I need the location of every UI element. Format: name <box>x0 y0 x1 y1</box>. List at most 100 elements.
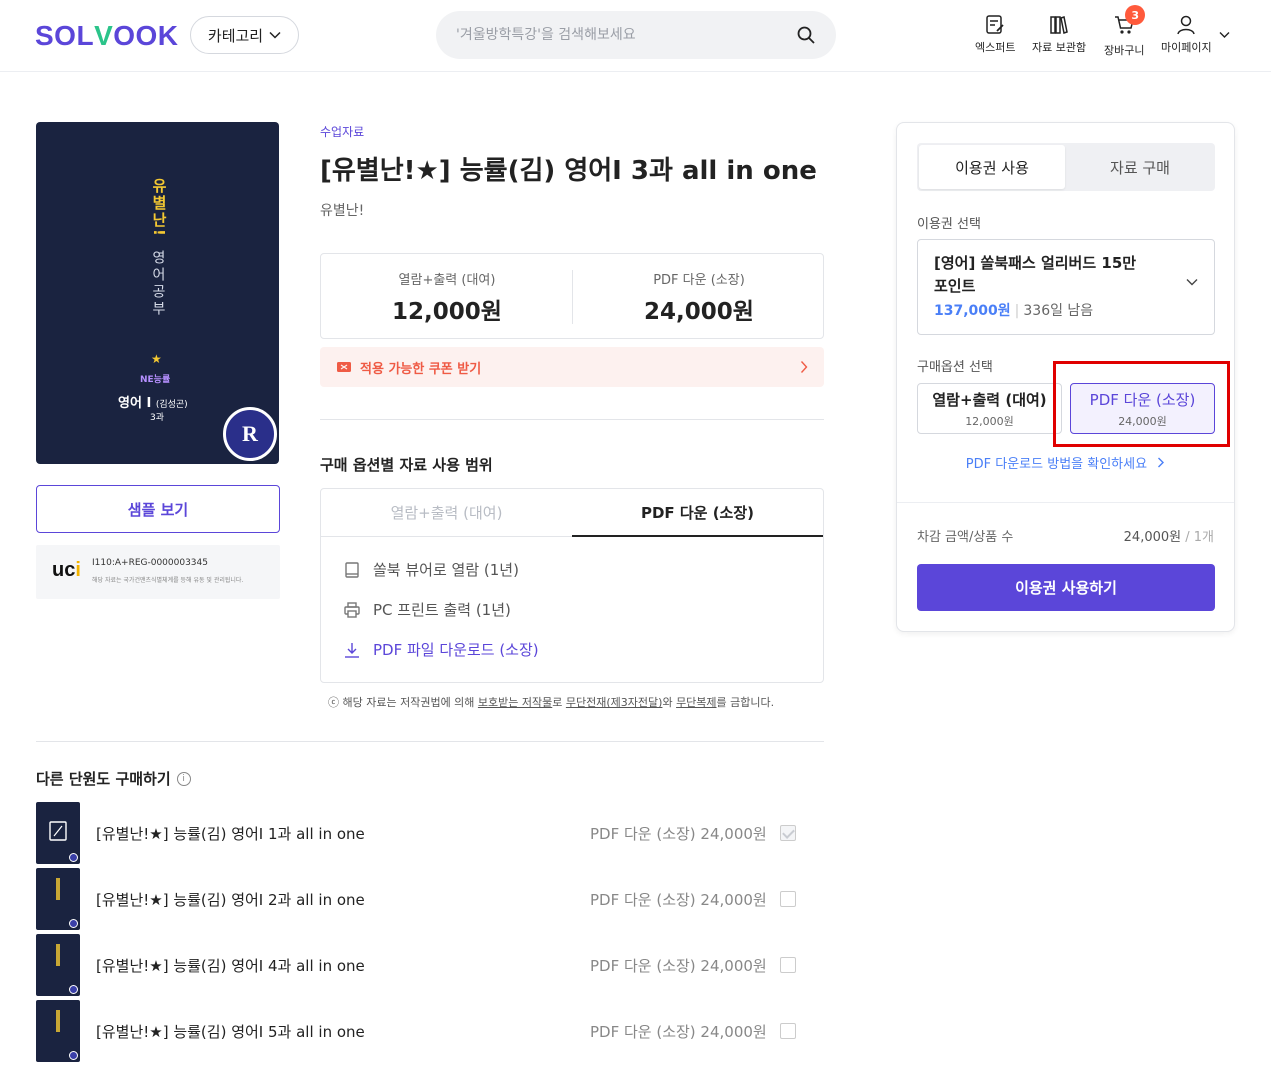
scope-item-download: PDF 파일 다운로드 (소장) <box>343 639 539 660</box>
cover-title-mark <box>56 944 60 966</box>
other-unit-checkbox[interactable] <box>780 957 796 973</box>
coupon-button[interactable]: 적용 가능한 쿠폰 받기 <box>320 347 824 387</box>
chevron-right-icon <box>1158 457 1165 468</box>
nav-library-label: 자료 보관함 <box>1032 41 1087 54</box>
other-unit-row: [유별난!★] 능률(김) 영어I 4과 all in one PDF 다운 (… <box>36 934 824 996</box>
section-divider <box>36 741 824 742</box>
respect-rights-seal-icon: R <box>223 407 277 461</box>
cover-title-mark <box>56 878 60 900</box>
other-unit-thumbnail[interactable] <box>36 1000 80 1062</box>
other-unit-price: PDF 다운 (소장) 24,000원 <box>590 957 767 975</box>
rental-price-label: 열람+출력 (대여) <box>398 272 496 288</box>
use-pass-button[interactable]: 이용권 사용하기 <box>917 564 1215 611</box>
pdf-price-label: PDF 다운 (소장) <box>653 272 745 288</box>
tab-pdf[interactable]: PDF 다운 (소장) <box>572 489 823 537</box>
scope-item-viewer-label: 쏠북 뷰어로 열람 (1년) <box>373 561 519 579</box>
solvook-logo[interactable]: SOL V OOK <box>35 20 179 52</box>
option-rental[interactable]: 열람+출력 (대여) 12,000원 <box>917 383 1062 434</box>
purchase-tabs: 이용권 사용 자료 구매 <box>917 143 1215 191</box>
uci-code: I110:A+REG-0000003345 <box>92 558 208 568</box>
other-unit-row: [유별난!★] 능률(김) 영어I 1과 all in one PDF 다운 (… <box>36 802 824 864</box>
user-icon <box>1177 15 1196 35</box>
other-unit-checkbox[interactable] <box>780 825 796 841</box>
rental-price-value: 12,000원 <box>392 298 502 325</box>
category-button[interactable]: 카테고리 <box>190 16 299 54</box>
cover-title-mark <box>56 1010 60 1032</box>
download-icon <box>345 642 359 658</box>
seal-icon <box>69 853 78 862</box>
tab-use-pass[interactable]: 이용권 사용 <box>919 145 1065 189</box>
other-unit-thumbnail[interactable] <box>36 934 80 996</box>
uci-info-box: uci I110:A+REG-0000003345 해당 자료는 국가건맨츠식별… <box>36 545 280 599</box>
top-header: SOLVOOK 카테고리 엑스퍼트 자료 보관함 3 장바구니 마이페이지 <box>0 0 1271 72</box>
product-author[interactable]: 유별난! <box>320 200 364 220</box>
other-unit-row: [유별난!★] 능률(김) 영어I 2과 all in one PDF 다운 (… <box>36 868 824 930</box>
tab-rental[interactable]: 열람+출력 (대여) <box>321 489 572 537</box>
price-summary: 열람+출력 (대여) 12,000원 PDF 다운 (소장) 24,000원 <box>320 253 824 339</box>
other-unit-price: PDF 다운 (소장) 24,000원 <box>590 891 767 909</box>
sample-view-button[interactable]: 샘플 보기 <box>36 485 280 533</box>
other-unit-thumbnail[interactable] <box>36 868 80 930</box>
cart-count-badge: 3 <box>1125 5 1146 25</box>
other-unit-price: PDF 다운 (소장) 24,000원 <box>590 1023 767 1041</box>
scope-item-print: PC 프린트 출력 (1년) <box>343 599 511 620</box>
viewer-icon <box>345 561 359 578</box>
mypage-chevron-down-icon[interactable] <box>1219 31 1230 39</box>
nav-cart-label: 장바구니 <box>1104 44 1145 57</box>
pass-select-dropdown[interactable]: [영어] 쏠북패스 얼리버드 15만 포인트 137,000원 | 336일 남음 <box>917 239 1215 335</box>
library-icon <box>1050 16 1068 34</box>
nav-cart[interactable]: 3 장바구니 <box>1104 5 1146 58</box>
scope-item-download-label: PDF 파일 다운로드 (소장) <box>373 641 539 659</box>
other-unit-row: [유별난!★] 능률(김) 영어I 5과 all in one PDF 다운 (… <box>36 1000 824 1062</box>
pdf-price: PDF 다운 (소장) 24,000원 <box>573 254 825 340</box>
other-unit-name[interactable]: [유별난!★] 능률(김) 영어I 4과 all in one <box>96 955 365 976</box>
tab-buy-material[interactable]: 자료 구매 <box>1067 145 1213 189</box>
chevron-right-icon <box>800 361 808 373</box>
other-unit-name[interactable]: [유별난!★] 능률(김) 영어I 1과 all in one <box>96 823 365 844</box>
product-category[interactable]: 수업자료 <box>320 123 364 140</box>
usage-scope-title: 구매 옵션별 자료 사용 범위 <box>320 456 493 474</box>
chevron-down-icon <box>269 31 281 39</box>
search-bar <box>436 11 836 59</box>
other-unit-checkbox[interactable] <box>780 891 796 907</box>
sum-label: 차감 금액/상품 수 <box>917 530 1014 545</box>
option-rental-name: 열람+출력 (대여) <box>932 390 1047 409</box>
pass-name: [영어] 쏠북패스 얼리버드 15만 포인트 <box>934 254 1137 295</box>
info-icon[interactable]: i <box>176 771 191 786</box>
nav-mypage[interactable]: 마이페이지 <box>1161 14 1212 55</box>
other-units-title: 다른 단원도 구매하기 i <box>36 768 191 789</box>
nav-mypage-label: 마이페이지 <box>1161 41 1212 54</box>
pass-points: 137,000원 <box>934 303 1011 319</box>
uci-note: 해당 자료는 국가건맨츠식별체계를 등해 유동 및 관리됩니다. <box>92 577 244 584</box>
cover-publisher: NE능률 <box>140 375 171 385</box>
other-unit-name[interactable]: [유별난!★] 능률(김) 영어I 2과 all in one <box>96 889 365 910</box>
uci-logo: uci <box>52 559 81 581</box>
cover-subject: 영어 I (김성곤) <box>118 396 188 411</box>
cover-star-icon: ★ <box>151 352 162 366</box>
product-cover-image: 유별난! 영어공부 ★ NE능률 영어 I (김성곤) 3과 R <box>36 122 279 464</box>
pass-remaining: 336일 남음 <box>1023 303 1094 319</box>
nav-library[interactable]: 자료 보관함 <box>1032 14 1086 55</box>
search-icon[interactable] <box>796 25 816 45</box>
nav-expert-label: 엑스퍼트 <box>975 41 1016 54</box>
pdf-price-value: 24,000원 <box>644 298 754 325</box>
other-unit-checkbox[interactable] <box>780 1023 796 1039</box>
other-unit-name[interactable]: [유별난!★] 능률(김) 영어I 5과 all in one <box>96 1021 365 1042</box>
scope-item-viewer: 쏠북 뷰어로 열람 (1년) <box>343 559 519 580</box>
nav-expert[interactable]: 엑스퍼트 <box>975 14 1015 55</box>
coupon-icon <box>337 362 351 372</box>
usage-scope-panel: 열람+출력 (대여) PDF 다운 (소장) 쏠북 뷰어로 열람 (1년) PC… <box>320 488 824 683</box>
section-divider <box>320 419 824 420</box>
cover-subtitle: 영어공부 <box>150 250 166 318</box>
rental-price: 열람+출력 (대여) 12,000원 <box>321 254 573 340</box>
pdf-help-link[interactable]: PDF 다운로드 방법을 확인하세요 <box>897 453 1234 472</box>
seal-icon <box>69 919 78 928</box>
pass-select-label: 이용권 선택 <box>917 217 981 232</box>
chevron-down-icon <box>1186 279 1198 286</box>
search-input[interactable] <box>456 27 796 43</box>
seal-icon <box>69 985 78 994</box>
printer-icon <box>344 601 360 618</box>
image-frame-icon <box>49 821 67 841</box>
other-unit-thumbnail[interactable] <box>36 802 80 864</box>
panel-divider <box>897 502 1234 503</box>
